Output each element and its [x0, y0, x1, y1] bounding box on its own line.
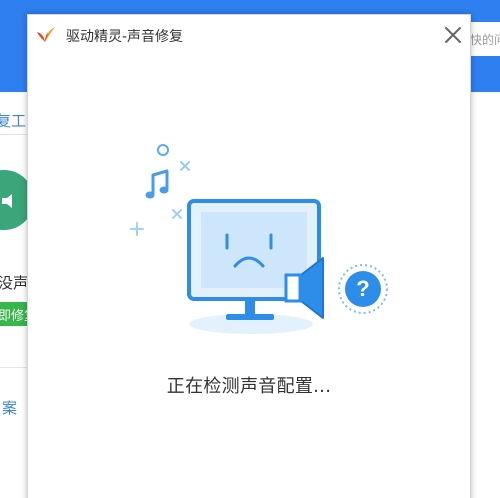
dialog-title: 驱动精灵-声音修复: [66, 29, 184, 45]
background-no-sound-label: 没声: [0, 274, 29, 292]
background-fix-button-label: 即修复: [0, 309, 30, 324]
svg-text:?: ?: [356, 276, 369, 301]
background-plan-link[interactable]: 案: [2, 397, 17, 418]
sad-monitor-speaker-question-icon: ?: [130, 144, 388, 334]
background-search-input[interactable]: 快的问: [468, 22, 500, 56]
background-tab-repair[interactable]: 复工: [0, 110, 26, 131]
background-fix-button[interactable]: 即修复: [0, 302, 30, 326]
background-speaker-icon: [2, 194, 12, 208]
background-app-panel: 复工 没声 即修复 案: [0, 92, 30, 498]
driver-genius-logo-icon: [37, 27, 55, 42]
background-divider-2: [0, 367, 30, 368]
close-icon[interactable]: [442, 24, 464, 46]
detection-status-text: 正在检测声音配置...: [166, 376, 332, 397]
dialog-title-bar[interactable]: 驱动精灵-声音修复: [28, 15, 470, 55]
background-divider: [0, 134, 30, 135]
background-search-placeholder: 快的问: [470, 33, 500, 47]
sound-repair-dialog: 驱动精灵-声音修复 ? 正在检测声音配置...: [27, 14, 471, 498]
